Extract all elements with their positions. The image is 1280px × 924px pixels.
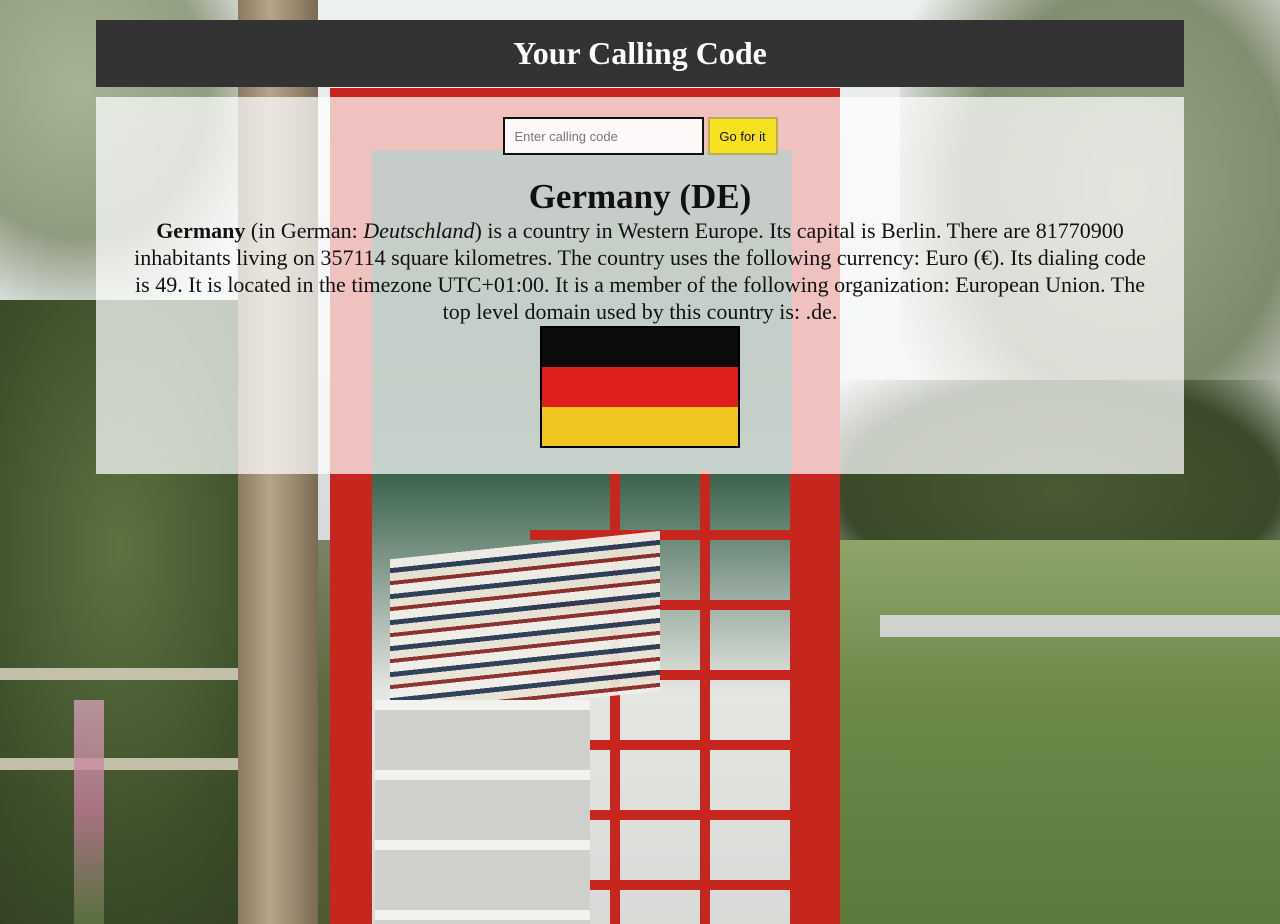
flag-stripe-red (542, 367, 738, 407)
calling-code-input[interactable] (502, 117, 704, 155)
background-fence (0, 640, 240, 840)
background-foxglove (74, 700, 104, 924)
country-name: Germany (156, 218, 246, 243)
country-description: Germany (in German: Deutschland) is a co… (126, 217, 1154, 325)
search-form: Go for it (96, 117, 1184, 155)
background-lawn (840, 540, 1280, 924)
country-heading: Germany (DE) (528, 177, 752, 216)
background-bookshelf (375, 700, 590, 924)
flag-stripe-gold (542, 406, 738, 446)
page-header: Your Calling Code (96, 20, 1184, 87)
background-book-stack (390, 530, 660, 720)
content-panel: Go for it Germany (DE) Germany (in Germa… (96, 97, 1184, 474)
page-title: Your Calling Code (513, 35, 767, 71)
flag-stripe-black (542, 328, 738, 368)
native-name-intro: (in German: (245, 218, 364, 243)
go-button[interactable]: Go for it (707, 117, 778, 155)
flag-germany (540, 326, 740, 448)
native-name: Deutschland (363, 218, 475, 243)
background-path (880, 615, 1280, 637)
